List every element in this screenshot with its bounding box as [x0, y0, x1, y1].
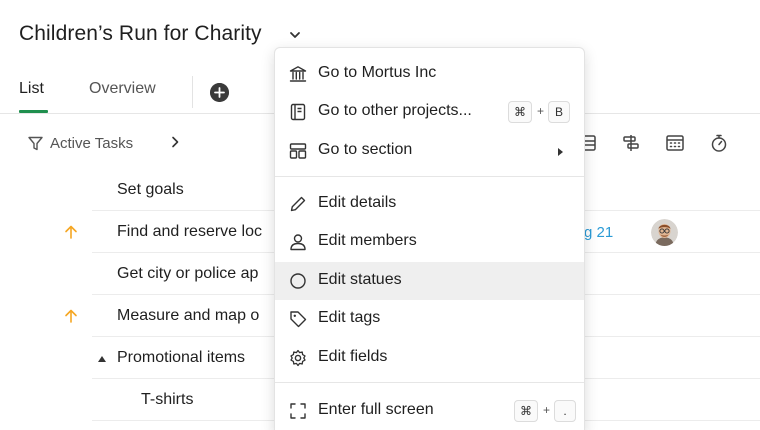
task-name[interactable]: Set goals: [117, 181, 184, 199]
stopwatch-icon[interactable]: [708, 132, 730, 154]
menu-item-full-screen[interactable]: Enter full screen ⌘ + .: [275, 392, 584, 430]
filter-button[interactable]: Active Tasks: [27, 133, 133, 153]
tag-icon: [290, 311, 307, 328]
menu-item-edit-statuses[interactable]: Edit statues: [275, 262, 584, 300]
pencil-icon: [290, 196, 306, 212]
active-tab-indicator: [19, 110, 48, 113]
shortcut-plus: +: [543, 403, 551, 417]
section-name[interactable]: Promotional items: [117, 349, 245, 367]
collapse-triangle-icon[interactable]: [98, 356, 106, 362]
calendar-icon[interactable]: [664, 132, 686, 154]
task-name[interactable]: T-shirts: [141, 391, 193, 409]
shortcut-key: ⌘: [514, 400, 538, 422]
menu-item-edit-fields[interactable]: Edit fields: [275, 339, 584, 377]
shortcut-plus: +: [537, 104, 545, 118]
project-icon: [290, 103, 306, 121]
menu-item-edit-details[interactable]: Edit details: [275, 185, 584, 223]
menu-item-label: Edit tags: [318, 309, 381, 326]
menu-divider: [275, 176, 584, 177]
menu-item-label: Go to other projects...: [318, 102, 472, 119]
priority-up-icon[interactable]: [63, 224, 79, 240]
task-name[interactable]: Get city or police ap: [117, 265, 258, 283]
chevron-right-icon[interactable]: [167, 134, 183, 150]
menu-divider: [275, 382, 584, 383]
menu-item-go-to-org[interactable]: Go to Mortus Inc: [275, 55, 584, 93]
priority-up-icon[interactable]: [63, 308, 79, 324]
timeline-icon[interactable]: [620, 132, 642, 154]
menu-item-edit-tags[interactable]: Edit tags: [275, 300, 584, 338]
due-date[interactable]: g 21: [584, 224, 613, 241]
avatar[interactable]: [651, 219, 678, 246]
filter-label: Active Tasks: [50, 134, 134, 152]
section-icon: [289, 143, 307, 159]
add-tab-icon[interactable]: [210, 83, 229, 102]
tab-list[interactable]: List: [19, 80, 44, 98]
fullscreen-icon: [290, 403, 306, 419]
tab-overview[interactable]: Overview: [89, 80, 156, 98]
task-name[interactable]: Find and reserve loc: [117, 223, 262, 241]
circle-icon: [290, 273, 306, 289]
task-name[interactable]: Measure and map o: [117, 307, 259, 325]
gear-icon: [290, 349, 306, 367]
menu-item-label: Edit members: [318, 232, 417, 249]
person-icon: [290, 234, 306, 251]
shortcut-key: B: [548, 101, 570, 123]
menu-item-label: Enter full screen: [318, 401, 434, 418]
filter-icon: [28, 136, 43, 150]
menu-item-label: Go to section: [318, 141, 413, 158]
menu-item-label: Edit statues: [318, 271, 402, 288]
shortcut-key: ⌘: [508, 101, 532, 123]
bank-icon: [289, 66, 307, 82]
menu-item-edit-members[interactable]: Edit members: [275, 223, 584, 261]
menu-item-label: Edit details: [318, 194, 397, 211]
project-menu: Go to Mortus Inc Go to other projects...…: [274, 47, 585, 430]
submenu-arrow-icon: [558, 148, 563, 156]
menu-item-other-projects[interactable]: Go to other projects... ⌘ + B: [275, 93, 584, 131]
shortcut-key: .: [554, 400, 576, 422]
chevron-down-icon[interactable]: [287, 27, 303, 43]
project-title[interactable]: Children’s Run for Charity: [19, 22, 262, 46]
menu-item-label: Go to Mortus Inc: [318, 64, 437, 81]
menu-item-go-to-section[interactable]: Go to section: [275, 132, 584, 170]
menu-item-label: Edit fields: [318, 348, 388, 365]
tab-divider: [192, 76, 193, 108]
